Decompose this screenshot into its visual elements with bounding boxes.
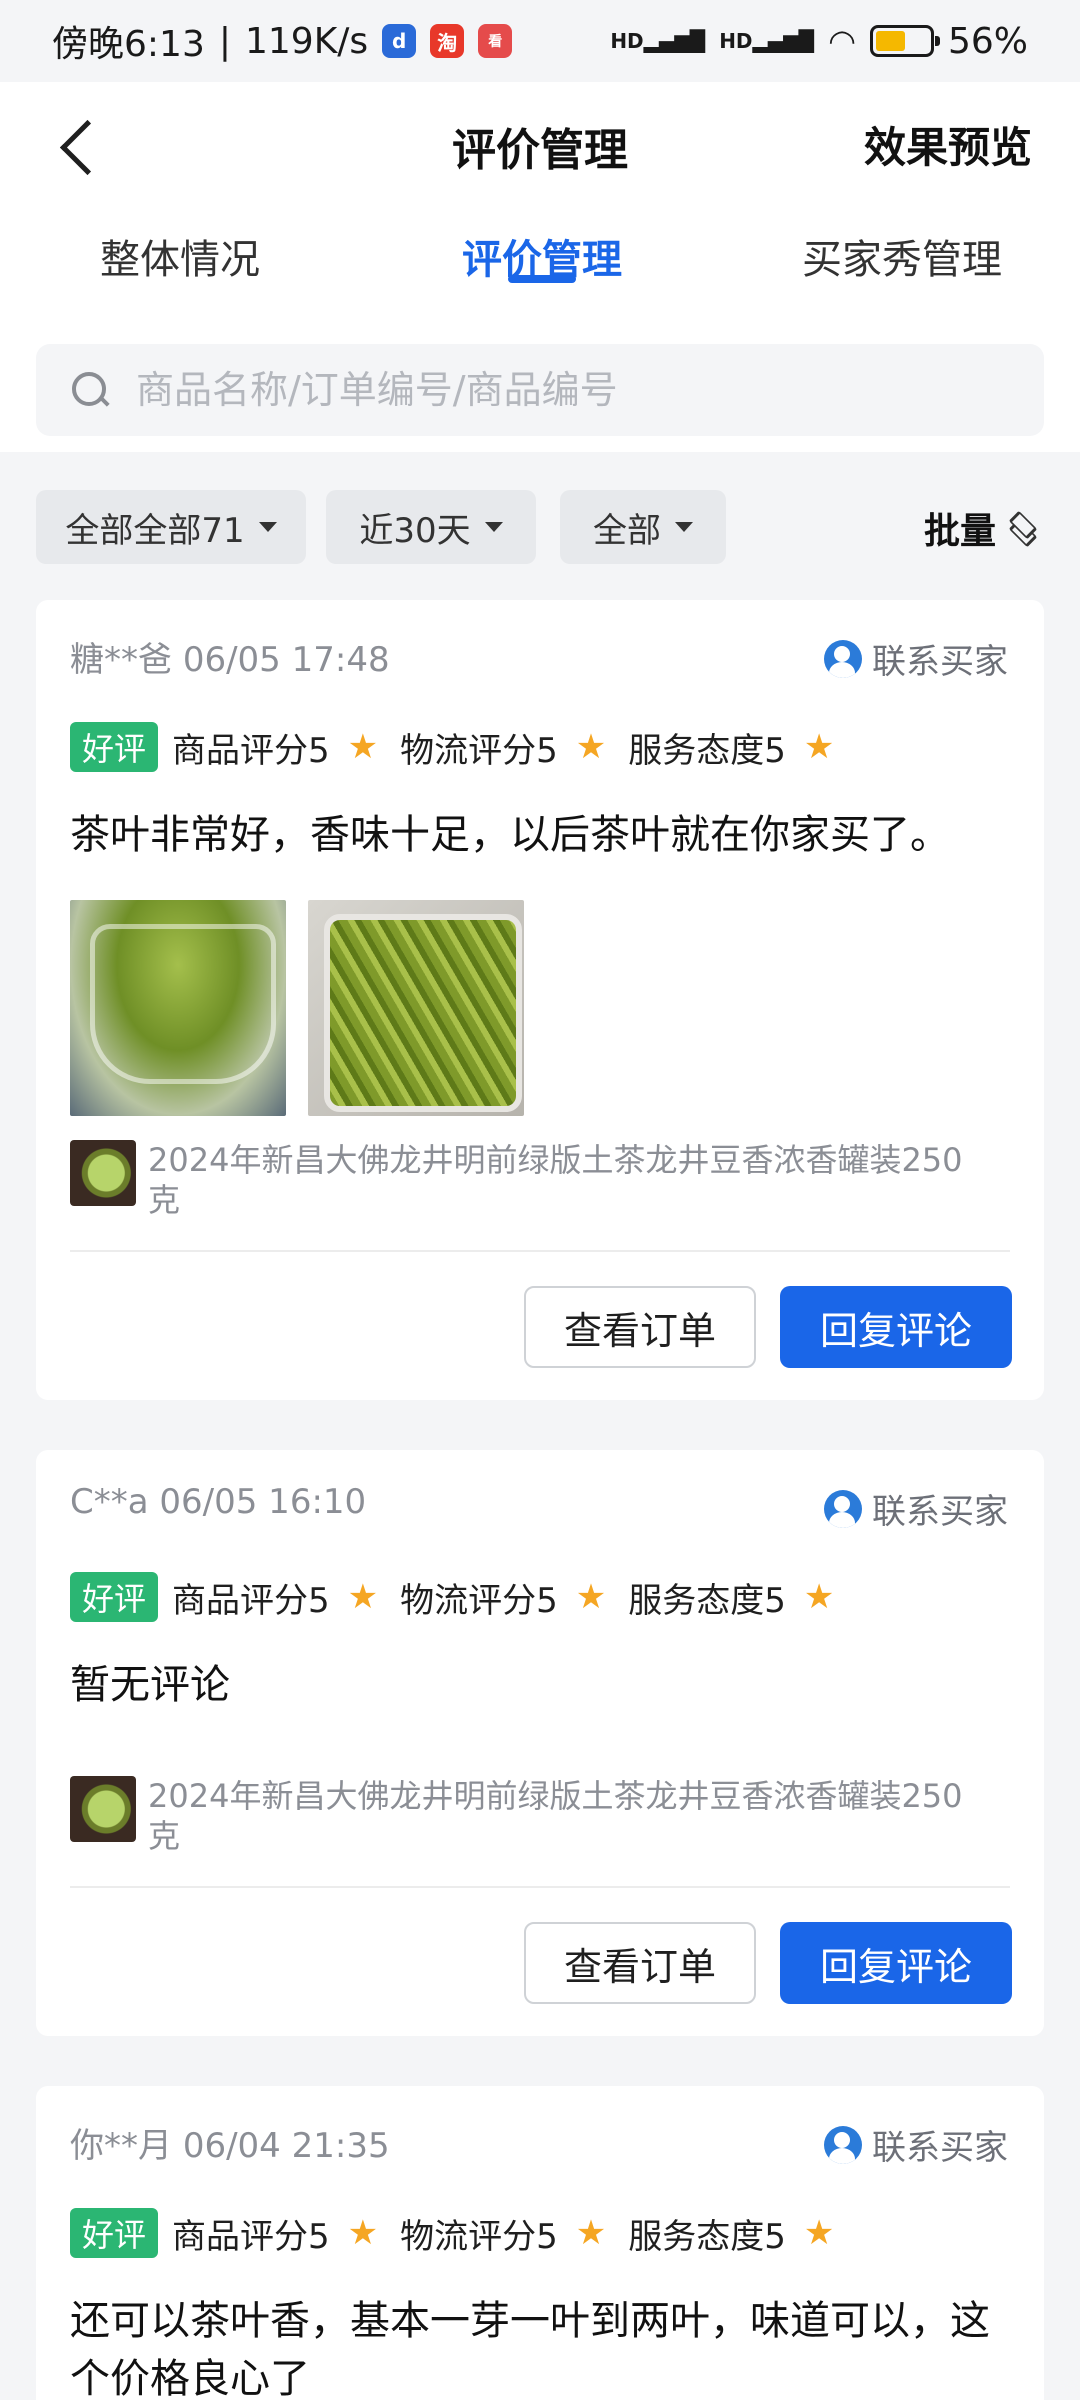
action-row: 查看订单 回复评论 [36, 1286, 1044, 1368]
good-review-badge: 好评 [70, 1572, 159, 1622]
review-card: C**a 06/05 16:10 联系买家 好评 商品评分5 ★ 物流评分5 ★… [36, 1450, 1044, 2036]
action-row: 查看订单 回复评论 [36, 1922, 1044, 2004]
product-score: 商品评分5 [172, 730, 330, 771]
view-order-button[interactable]: 查看订单 [524, 1286, 756, 1368]
chevron-down-icon [484, 522, 503, 532]
contact-buyer-button[interactable]: 联系买家 [824, 1484, 1008, 1533]
reply-review-button[interactable]: 回复评论 [780, 1286, 1012, 1368]
search-icon [70, 370, 110, 410]
star-icon: ★ [803, 1577, 835, 1617]
review-photo[interactable] [308, 900, 524, 1116]
star-icon: ★ [803, 2213, 835, 2253]
filter-status-label: 全部 [593, 510, 661, 551]
review-card: 你**月 06/04 21:35 联系买家 好评 商品评分5 ★ 物流评分5 ★… [36, 2086, 1044, 2400]
star-icon: ★ [347, 727, 379, 767]
contact-buyer-label: 联系买家 [872, 1492, 1008, 1532]
logistics-score: 物流评分5 [400, 730, 558, 771]
contact-buyer-button[interactable]: 联系买家 [824, 2120, 1008, 2169]
product-thumbnail [70, 1140, 136, 1206]
filter-row: 全部全部71 近30天 全部 批量 [36, 490, 1044, 564]
service-score: 服务态度5 [628, 2216, 786, 2257]
reply-review-button[interactable]: 回复评论 [780, 1922, 1012, 2004]
chevron-down-icon [258, 522, 277, 532]
filter-period-dropdown[interactable]: 近30天 [326, 490, 536, 564]
product-thumbnail [70, 1776, 136, 1842]
review-header: C**a 06/05 16:10 [70, 1482, 366, 1522]
product-score: 商品评分5 [172, 2216, 330, 2257]
news-notification-icon: 看 [478, 24, 513, 58]
status-net-speed: 119K/s [244, 20, 369, 62]
view-order-button[interactable]: 查看订单 [524, 1922, 756, 2004]
layers-icon [1004, 508, 1044, 548]
contact-icon [824, 1489, 862, 1528]
active-tab-indicator [508, 275, 576, 283]
review-header: 你**月 06/04 21:35 [70, 2118, 390, 2167]
app-notification-icon: d [382, 24, 417, 58]
filter-type-label: 全部全部71 [65, 510, 245, 551]
product-name: 2024年新昌大佛龙井明前绿版土茶龙井豆香浓香罐装250克 [148, 1141, 963, 1219]
service-score: 服务态度5 [628, 1580, 786, 1621]
back-icon[interactable] [50, 112, 110, 182]
review-datetime: 06/04 21:35 [182, 2126, 390, 2166]
star-icon: ★ [803, 727, 835, 767]
filter-period-label: 近30天 [359, 510, 471, 551]
contact-buyer-button[interactable]: 联系买家 [824, 634, 1008, 683]
rating-row: 好评 商品评分5 ★ 物流评分5 ★ 服务态度5 ★ [70, 722, 856, 772]
rating-row: 好评 商品评分5 ★ 物流评分5 ★ 服务态度5 ★ [70, 1572, 856, 1622]
star-icon: ★ [575, 2213, 607, 2253]
reviewer-name: 糖**爸 [70, 640, 172, 680]
review-comment: 暂无评论 [70, 1662, 230, 1708]
star-icon: ★ [347, 2213, 379, 2253]
divider [70, 1886, 1010, 1888]
rating-row: 好评 商品评分5 ★ 物流评分5 ★ 服务态度5 ★ [70, 2208, 856, 2258]
review-datetime: 06/05 16:10 [159, 1482, 367, 1522]
product-score: 商品评分5 [172, 1580, 330, 1621]
contact-icon [824, 2125, 862, 2164]
battery-percent: 56% [947, 20, 1028, 62]
search-bar[interactable] [36, 344, 1044, 436]
filter-type-dropdown[interactable]: 全部全部71 [36, 490, 306, 564]
logistics-score: 物流评分5 [400, 2216, 558, 2257]
review-photo[interactable] [70, 900, 286, 1116]
tab-bar: 整体情况 评价管理 买家秀管理 [0, 207, 1080, 307]
status-time: 傍晚6:13 [52, 24, 205, 65]
signal-icon: HD▂▄▆█ [610, 29, 706, 53]
battery-icon [869, 25, 940, 57]
status-bar: 傍晚6:13 | 119K/s d 淘 看 HD▂▄▆█ HD▂▄▆█ ◠ 56… [0, 0, 1080, 82]
filter-status-dropdown[interactable]: 全部 [560, 490, 726, 564]
wifi-icon: ◠ [828, 22, 856, 60]
nav-bar: 评价管理 效果预览 [0, 82, 1080, 207]
tab-buyer-show[interactable]: 买家秀管理 [802, 227, 1002, 285]
review-card: 糖**爸 06/05 17:48 联系买家 好评 商品评分5 ★ 物流评分5 ★… [36, 600, 1044, 1400]
contact-icon [824, 639, 862, 678]
divider [70, 1250, 1010, 1252]
tab-overview[interactable]: 整体情况 [100, 227, 260, 285]
batch-button[interactable]: 批量 [924, 502, 1044, 554]
chevron-down-icon [675, 522, 693, 532]
taobao-notification-icon: 淘 [430, 24, 465, 58]
star-icon: ★ [575, 727, 607, 767]
product-info[interactable]: 2024年新昌大佛龙井明前绿版土茶龙井豆香浓香罐装250克 [70, 1776, 968, 1856]
product-name: 2024年新昌大佛龙井明前绿版土茶龙井豆香浓香罐装250克 [148, 1777, 963, 1855]
header: 评价管理 效果预览 整体情况 评价管理 买家秀管理 [0, 82, 1080, 452]
batch-label: 批量 [923, 511, 996, 552]
contact-buyer-label: 联系买家 [872, 642, 1008, 682]
reviewer-name: C**a [70, 1482, 149, 1522]
star-icon: ★ [347, 1577, 379, 1617]
good-review-badge: 好评 [70, 2208, 159, 2258]
review-comment: 还可以茶叶香，基本一芽一叶到两叶，味道可以，这个价格良心了 [70, 2298, 990, 2400]
contact-buyer-label: 联系买家 [872, 2128, 1008, 2168]
search-input[interactable] [136, 368, 1016, 412]
review-comment: 茶叶非常好，香味十足，以后茶叶就在你家买了。 [70, 812, 950, 858]
reviewer-name: 你**月 [70, 2126, 172, 2166]
good-review-badge: 好评 [70, 722, 159, 772]
review-datetime: 06/05 17:48 [182, 640, 390, 680]
review-header: 糖**爸 06/05 17:48 [70, 632, 390, 681]
product-info[interactable]: 2024年新昌大佛龙井明前绿版土茶龙井豆香浓香罐装250克 [70, 1140, 968, 1220]
preview-button[interactable]: 效果预览 [864, 114, 1032, 175]
service-score: 服务态度5 [628, 730, 786, 771]
signal-icon-2: HD▂▄▆█ [719, 29, 815, 53]
star-icon: ★ [575, 1577, 607, 1617]
logistics-score: 物流评分5 [400, 1580, 558, 1621]
